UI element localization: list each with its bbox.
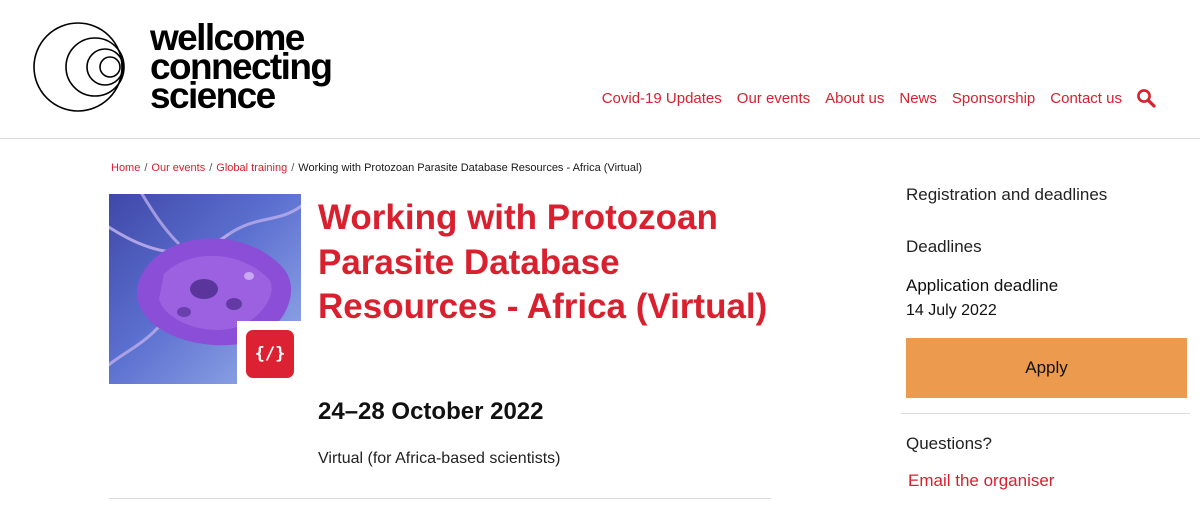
- divider: [109, 498, 771, 499]
- event-dates: 24–28 October 2022: [318, 398, 544, 425]
- breadcrumb-our-events[interactable]: Our events: [151, 162, 205, 174]
- application-deadline-label: Application deadline: [906, 276, 1059, 295]
- wellcome-logo[interactable]: wellcome connecting science: [32, 19, 362, 120]
- concentric-circles-logo-icon: [33, 22, 125, 112]
- event-location: Virtual (for Africa-based scientists): [318, 450, 561, 467]
- nav-covid-updates[interactable]: Covid-19 Updates: [602, 90, 722, 107]
- nav-contact-us[interactable]: Contact us: [1050, 90, 1122, 107]
- apply-button[interactable]: Apply: [906, 338, 1187, 398]
- logo-wordmark: wellcome connecting science: [150, 19, 333, 114]
- registration-heading: Registration and deadlines: [906, 185, 1108, 204]
- main-nav: Covid-19 Updates Our events About us New…: [587, 88, 1156, 108]
- questions-label: Questions?: [906, 434, 992, 453]
- breadcrumb-current: Working with Protozoan Parasite Database…: [298, 162, 643, 174]
- nav-our-events[interactable]: Our events: [737, 90, 810, 107]
- search-icon[interactable]: [1136, 88, 1156, 108]
- code-icon: {/}: [246, 330, 294, 378]
- breadcrumb-separator: /: [144, 162, 148, 174]
- code-badge: {/}: [237, 321, 303, 387]
- deadlines-label: Deadlines: [906, 237, 982, 256]
- application-deadline-date: 14 July 2022: [906, 302, 997, 319]
- nav-about-us[interactable]: About us: [825, 90, 884, 107]
- divider: [901, 413, 1190, 414]
- site-header: wellcome connecting science Covid-19 Upd…: [0, 0, 1200, 139]
- breadcrumb-global-training[interactable]: Global training: [216, 162, 287, 174]
- event-title: Working with Protozoan Parasite Database…: [318, 198, 768, 326]
- breadcrumb-separator: /: [291, 162, 295, 174]
- email-organiser-link[interactable]: Email the organiser: [908, 471, 1054, 491]
- breadcrumb: Home / Our events / Global training / Working …: [111, 162, 642, 174]
- breadcrumb-home[interactable]: Home: [111, 162, 140, 174]
- nav-news[interactable]: News: [899, 90, 937, 107]
- breadcrumb-separator: /: [209, 162, 213, 174]
- nav-sponsorship[interactable]: Sponsorship: [952, 90, 1035, 107]
